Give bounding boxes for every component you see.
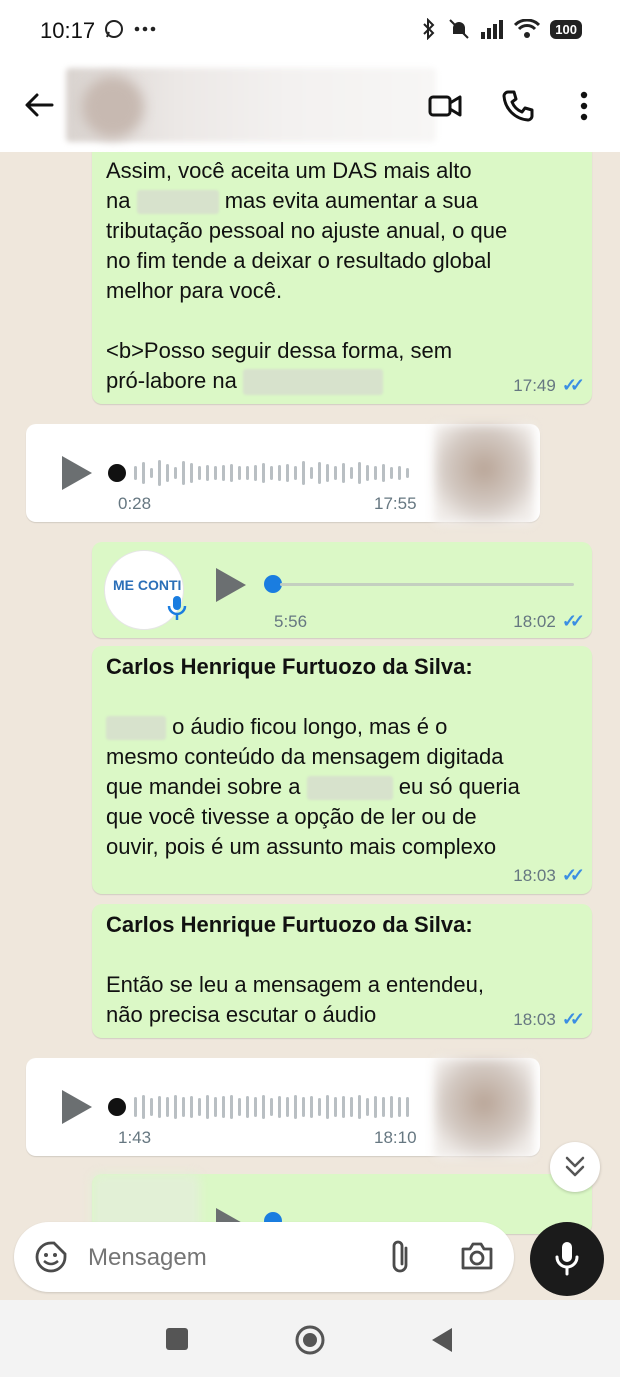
- message-text: na: [106, 188, 131, 213]
- phone-call-icon[interactable]: [500, 88, 536, 124]
- message-time: 18:02: [513, 611, 556, 631]
- message-meta: 18:02 ✓✓: [513, 611, 585, 632]
- message-line: mesmo conteúdo da mensagem digitada: [106, 744, 504, 769]
- message-line: que mandei sobre a eu só queria: [106, 772, 590, 802]
- audio-duration: 1:43: [118, 1128, 152, 1147]
- redacted-text: [243, 369, 383, 396]
- redacted-text: [136, 190, 219, 215]
- sender-name: Carlos Henrique Furtuozo da Silva:: [106, 912, 473, 937]
- back-nav-button[interactable]: [430, 1326, 454, 1354]
- message-time: 18:10: [374, 1128, 417, 1147]
- message-line: na mas evita aumentar a sua: [106, 186, 586, 216]
- audio-waveform[interactable]: [134, 453, 409, 493]
- message-text: mas evita aumentar a sua: [224, 188, 478, 213]
- message-meta: 18:03 ✓✓: [513, 1009, 585, 1030]
- wifi-icon: [514, 19, 541, 38]
- message-composer: [14, 1222, 514, 1292]
- attach-icon[interactable]: [386, 1238, 416, 1276]
- read-ticks-icon: ✓✓: [561, 1009, 585, 1029]
- avatar-logo-text: ME CONTI: [113, 577, 182, 593]
- sender-name: Carlos Henrique Furtuozo da Silva:: [106, 654, 473, 679]
- status-time: 10:17: [40, 18, 96, 43]
- status-bar: 10:17 100: [0, 0, 620, 62]
- more-dots-icon: [134, 26, 156, 32]
- message-line: melhor para você.: [106, 278, 283, 303]
- double-chevron-down-icon: [565, 1156, 585, 1177]
- camera-icon[interactable]: [460, 1240, 494, 1272]
- more-options-icon[interactable]: [566, 88, 602, 124]
- read-ticks-icon: ✓✓: [561, 611, 585, 631]
- muted-bell-icon: [449, 19, 470, 39]
- message-line: que você tivesse a opção de ler ou de: [106, 804, 477, 829]
- home-button[interactable]: [294, 1324, 326, 1356]
- audio-message-incoming[interactable]: 1:43 18:10: [26, 1058, 540, 1158]
- recent-apps-button[interactable]: [166, 1328, 188, 1350]
- message-text: que mandei sobre a: [106, 774, 301, 799]
- message-bubble-outgoing[interactable]: Carlos Henrique Furtuozo da Silva: o áud…: [92, 646, 592, 894]
- message-time: 18:03: [513, 1009, 556, 1029]
- message-line: tributação pessoal no ajuste anual, o qu…: [106, 218, 508, 243]
- message-text: eu só queria: [398, 774, 520, 799]
- voice-note-mic-icon: [167, 596, 187, 620]
- audio-message-incoming[interactable]: 0:28 17:55: [26, 424, 540, 524]
- message-line: o áudio ficou longo, mas é o: [106, 712, 590, 742]
- message-text: o áudio ficou longo, mas é o: [172, 714, 448, 739]
- back-arrow-icon[interactable]: [22, 88, 56, 122]
- signal-icon: [481, 20, 504, 39]
- message-time: 18:03: [513, 865, 556, 885]
- audio-message-outgoing[interactable]: ME CONTI 5:56 18:02 ✓✓: [92, 542, 592, 638]
- contact-avatar[interactable]: [82, 76, 144, 138]
- play-icon[interactable]: [62, 456, 92, 490]
- message-meta: 17:49 ✓✓: [513, 375, 585, 396]
- sticker-icon[interactable]: [34, 1240, 68, 1274]
- audio-progress-dot[interactable]: [108, 464, 126, 482]
- audio-duration: 0:28: [118, 494, 152, 513]
- message-line: ouvir, pois é um assunto mais complexo: [106, 834, 497, 859]
- sender-avatar: [434, 1058, 534, 1158]
- message-meta: 18:03 ✓✓: [513, 865, 585, 886]
- microphone-icon: [555, 1242, 579, 1276]
- audio-track[interactable]: [280, 583, 574, 586]
- video-call-icon[interactable]: [428, 88, 464, 124]
- play-icon[interactable]: [216, 568, 246, 602]
- message-text: pró-labore na: [106, 368, 237, 393]
- scroll-to-bottom-button[interactable]: [550, 1142, 600, 1192]
- audio-progress-dot[interactable]: [108, 1098, 126, 1116]
- redacted-text: [306, 776, 393, 801]
- status-left-icons: [104, 19, 156, 39]
- message-line: Então se leu a mensagem a entendeu,: [106, 972, 484, 997]
- message-bubble-outgoing[interactable]: Assim, você aceita um DAS mais alto na m…: [92, 152, 592, 404]
- message-time: 17:55: [374, 494, 417, 513]
- redacted-text: [106, 716, 166, 741]
- bluetooth-icon: [423, 18, 435, 40]
- message-bubble-outgoing[interactable]: Carlos Henrique Furtuozo da Silva: Então…: [92, 904, 592, 1038]
- message-time: 17:49: [513, 375, 556, 395]
- play-icon[interactable]: [62, 1090, 92, 1124]
- read-ticks-icon: ✓✓: [561, 375, 585, 395]
- status-right-icons: 100: [420, 18, 582, 40]
- chat-header: [0, 62, 620, 152]
- audio-duration: 5:56: [274, 612, 308, 631]
- sender-avatar: [434, 424, 534, 524]
- message-input[interactable]: [86, 1236, 360, 1280]
- message-line: Assim, você aceita um DAS mais alto: [106, 158, 472, 183]
- battery-indicator: 100: [550, 19, 582, 39]
- whatsapp-icon: [105, 20, 123, 38]
- voice-record-button[interactable]: [530, 1222, 604, 1296]
- audio-waveform[interactable]: [134, 1087, 409, 1127]
- system-nav-bar: [0, 1300, 620, 1377]
- message-line: <b>Posso seguir dessa forma, sem: [106, 338, 453, 363]
- chat-area[interactable]: Assim, você aceita um DAS mais alto na m…: [0, 152, 620, 1300]
- message-line: no fim tende a deixar o resultado global: [106, 248, 492, 273]
- read-ticks-icon: ✓✓: [561, 865, 585, 885]
